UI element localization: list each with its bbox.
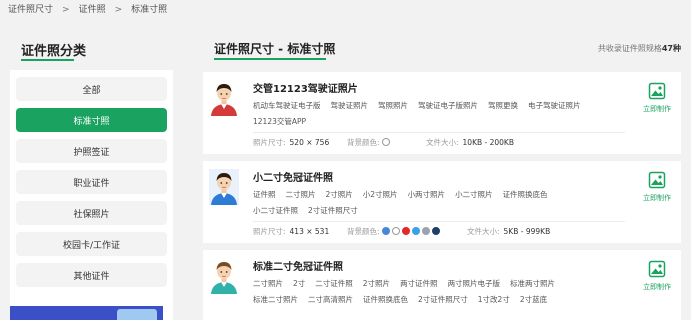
page-title-underline (214, 58, 326, 60)
tag[interactable]: 二寸高清照片 (308, 292, 353, 308)
spec-card[interactable]: 交管12123驾驶证照片 机动车驾驶证电子版 驾驶证照片 驾照照片 驾驶证电子版照片驾… (203, 72, 681, 154)
bg-swatches (380, 137, 390, 148)
size-value: 520 × 756 (289, 138, 330, 147)
tag[interactable]: 小二寸照片 (455, 187, 493, 203)
tag-list: 机动车驾驶证电子版 驾驶证照片 驾照照片 驾驶证电子版照片 驾照更换 电子驾驶证照片 121… (253, 98, 603, 130)
sidebar-item-other[interactable]: 其他证件 (16, 263, 167, 287)
size-value: 413 × 531 (289, 227, 330, 236)
breadcrumb-separator: > (114, 5, 123, 15)
card-title[interactable]: 交管12123驾驶证照片 (253, 80, 358, 95)
bg-color-swatch (431, 226, 440, 235)
total-value: 47种 (661, 44, 681, 53)
bg-swatches (380, 226, 440, 237)
category-sidebar: 全部 标准寸照 护照签证 职业证件 社保照片 校园卡/工作证 其他证件 (10, 70, 173, 320)
avatar (209, 80, 239, 116)
total-count: 共收录证件照规格47种 (598, 43, 681, 54)
file-label: 文件大小: (467, 227, 500, 236)
sidebar-item-social-security[interactable]: 社保照片 (16, 201, 167, 225)
tag[interactable]: 二寸证件照 (315, 276, 353, 292)
make-label: 立即制作 (643, 283, 671, 291)
tag[interactable]: 两寸证件照 (400, 276, 438, 292)
make-label: 立即制作 (643, 194, 671, 202)
bg-color-swatch (401, 226, 410, 235)
tag[interactable]: 机动车驾驶证电子版 (253, 98, 321, 114)
tag[interactable]: 标准两寸照片 (510, 276, 555, 292)
sidebar-banner[interactable] (10, 306, 163, 320)
avatar (209, 169, 239, 205)
tag[interactable]: 2寸照片 (326, 187, 353, 203)
tag[interactable]: 驾照更换 (488, 98, 518, 114)
tag[interactable]: 2寸 (293, 276, 305, 292)
tag[interactable]: 12123交管APP (253, 114, 306, 130)
card-meta: 照片尺寸: 520 × 756 背景颜色: 文件大小: 10KB - 200KB (253, 137, 514, 148)
sidebar-title: 证件照分类 (21, 44, 87, 59)
breadcrumb-item[interactable]: 证件照尺寸 (8, 2, 53, 15)
page-title: 证件照尺寸 - 标准寸照 (214, 42, 336, 56)
tag[interactable]: 证件照换底色 (363, 292, 408, 308)
image-icon (648, 171, 666, 189)
breadcrumb-item[interactable]: 标准寸照 (131, 2, 167, 15)
file-size-value: 5KB - 999KB (503, 227, 551, 236)
sidebar-item-passport-visa[interactable]: 护照签证 (16, 139, 167, 163)
breadcrumb-item[interactable]: 证件照 (79, 2, 106, 15)
tag[interactable]: 二寸照片 (286, 187, 316, 203)
avatar (209, 258, 239, 294)
image-icon (648, 82, 666, 100)
size-label: 照片尺寸: (253, 227, 286, 236)
tag[interactable]: 小二寸证件照 (253, 203, 298, 219)
tag[interactable]: 1寸改2寸 (478, 292, 510, 308)
tag[interactable]: 驾驶证电子版照片 (418, 98, 478, 114)
make-button[interactable]: 立即制作 (641, 171, 673, 203)
sidebar-item-standard[interactable]: 标准寸照 (16, 108, 167, 132)
tag-list: 证件照 二寸照片 2寸照片 小2寸照片 小两寸照片 小二寸照片 证件照换底色小二寸证件照 2寸… (253, 187, 603, 219)
bg-color-swatch (391, 226, 400, 235)
tag[interactable]: 证件照换底色 (503, 187, 548, 203)
banner-tag (117, 309, 157, 320)
card-meta: 照片尺寸: 413 × 531 背景颜色: 文件大小: 5KB - 999KB (253, 226, 550, 237)
make-button[interactable]: 立即制作 (641, 82, 673, 114)
spec-card[interactable]: 小二寸免冠证件照 证件照 二寸照片 2寸照片 小2寸照片 小两寸照片 小二寸照片 证件照换底… (203, 161, 681, 243)
card-divider (253, 221, 625, 222)
image-icon (648, 260, 666, 278)
make-label: 立即制作 (643, 105, 671, 113)
spec-card[interactable]: 标准二寸免冠证件照 二寸照片 2寸 二寸证件照 2寸照片 两寸证件照 两寸照片电子版 标准两… (203, 250, 681, 320)
tag[interactable]: 2寸照片 (363, 276, 390, 292)
sidebar-item-all[interactable]: 全部 (16, 77, 167, 101)
sidebar-item-campus-card[interactable]: 校园卡/工作证 (16, 232, 167, 256)
bg-color-swatch (381, 137, 390, 146)
bg-color-swatch (411, 226, 420, 235)
tag[interactable]: 电子驾驶证照片 (528, 98, 581, 114)
file-label: 文件大小: (426, 138, 459, 147)
size-label: 照片尺寸: (253, 138, 286, 147)
card-title[interactable]: 小二寸免冠证件照 (253, 169, 333, 184)
breadcrumb-separator: > (62, 5, 70, 15)
sidebar-title-underline (21, 59, 74, 61)
tag[interactable]: 驾驶证照片 (331, 98, 369, 114)
tag[interactable]: 二寸照片 (253, 276, 283, 292)
tag[interactable]: 证件照 (253, 187, 276, 203)
tag[interactable]: 标准二寸照片 (253, 292, 298, 308)
tag[interactable]: 两寸照片电子版 (448, 276, 501, 292)
file-size-value: 10KB - 200KB (462, 138, 514, 147)
tag[interactable]: 2寸证件照尺寸 (308, 203, 358, 219)
card-title[interactable]: 标准二寸免冠证件照 (253, 258, 343, 273)
tag[interactable]: 小2寸照片 (363, 187, 398, 203)
card-divider (253, 132, 625, 133)
tag[interactable]: 2寸证件照尺寸 (418, 292, 468, 308)
make-button[interactable]: 立即制作 (641, 260, 673, 292)
tag[interactable]: 小两寸照片 (408, 187, 446, 203)
bg-label: 背景颜色: (347, 138, 380, 147)
sidebar-item-professional[interactable]: 职业证件 (16, 170, 167, 194)
bg-color-swatch (421, 226, 430, 235)
tag[interactable]: 2寸蓝底 (520, 292, 547, 308)
bg-label: 背景颜色: (347, 227, 380, 236)
tag-list: 二寸照片 2寸 二寸证件照 2寸照片 两寸证件照 两寸照片电子版 标准两寸照片标准二寸照片二… (253, 276, 603, 308)
total-label: 共收录证件照规格 (597, 44, 662, 53)
tag[interactable]: 驾照照片 (378, 98, 408, 114)
bg-color-swatch (381, 226, 390, 235)
breadcrumb: 证件照尺寸 > 证件照 > 标准寸照 (8, 2, 167, 15)
